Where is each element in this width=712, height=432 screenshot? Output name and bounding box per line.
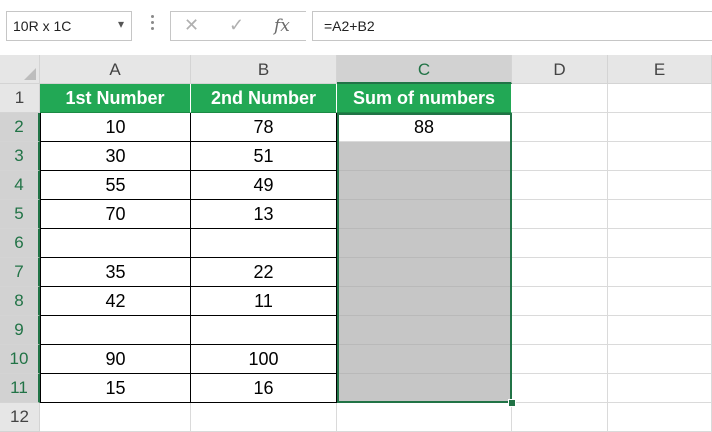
cell-d8[interactable] bbox=[512, 287, 608, 316]
cell-d12[interactable] bbox=[512, 403, 608, 432]
cell-b5[interactable]: 13 bbox=[191, 200, 337, 229]
cell-a8[interactable]: 42 bbox=[40, 287, 191, 316]
drag-handle-icon[interactable] bbox=[151, 15, 155, 33]
select-all-icon bbox=[24, 68, 36, 80]
cell-d6[interactable] bbox=[512, 229, 608, 258]
formula-input[interactable]: =A2+B2 bbox=[312, 11, 712, 41]
cancel-icon[interactable]: ✕ bbox=[184, 15, 199, 36]
cell-a2[interactable]: 10 bbox=[40, 113, 191, 142]
column-header-a[interactable]: A bbox=[40, 55, 191, 84]
cell-a10[interactable]: 90 bbox=[40, 345, 191, 374]
cell-e11[interactable] bbox=[608, 374, 712, 403]
cell-e2[interactable] bbox=[608, 113, 712, 142]
column-header-d[interactable]: D bbox=[512, 55, 608, 84]
formula-bar-area: 10R x 1C ▾ ✕ ✓ fx =A2+B2 bbox=[0, 0, 712, 55]
cell-b10[interactable]: 100 bbox=[191, 345, 337, 374]
cell-e6[interactable] bbox=[608, 229, 712, 258]
cell-e7[interactable] bbox=[608, 258, 712, 287]
cell-b4[interactable]: 49 bbox=[191, 171, 337, 200]
cell-c6[interactable] bbox=[337, 229, 512, 258]
cell-c7[interactable] bbox=[337, 258, 512, 287]
cell-e3[interactable] bbox=[608, 142, 712, 171]
cell-c1[interactable]: Sum of numbers bbox=[337, 84, 512, 113]
cell-a6[interactable] bbox=[40, 229, 191, 258]
cell-e4[interactable] bbox=[608, 171, 712, 200]
cell-a1[interactable]: 1st Number bbox=[40, 84, 191, 113]
cell-d9[interactable] bbox=[512, 316, 608, 345]
cell-a9[interactable] bbox=[40, 316, 191, 345]
cell-a3[interactable]: 30 bbox=[40, 142, 191, 171]
cell-d5[interactable] bbox=[512, 200, 608, 229]
cell-c4[interactable] bbox=[337, 171, 512, 200]
cell-c11[interactable] bbox=[337, 374, 512, 403]
cell-e5[interactable] bbox=[608, 200, 712, 229]
cell-b7[interactable]: 22 bbox=[191, 258, 337, 287]
cell-d10[interactable] bbox=[512, 345, 608, 374]
row-header-4[interactable]: 4 bbox=[0, 171, 40, 200]
row-header-5[interactable]: 5 bbox=[0, 200, 40, 229]
cell-a7[interactable]: 35 bbox=[40, 258, 191, 287]
cell-a4[interactable]: 55 bbox=[40, 171, 191, 200]
cell-a11[interactable]: 15 bbox=[40, 374, 191, 403]
cell-d2[interactable] bbox=[512, 113, 608, 142]
row-header-3[interactable]: 3 bbox=[0, 142, 40, 171]
row-header-8[interactable]: 8 bbox=[0, 287, 40, 316]
cell-c5[interactable] bbox=[337, 200, 512, 229]
cell-b2[interactable]: 78 bbox=[191, 113, 337, 142]
cell-b6[interactable] bbox=[191, 229, 337, 258]
chevron-down-icon[interactable]: ▾ bbox=[118, 17, 124, 31]
cell-b11[interactable]: 16 bbox=[191, 374, 337, 403]
enter-icon[interactable]: ✓ bbox=[229, 15, 244, 36]
row-header-1[interactable]: 1 bbox=[0, 84, 40, 113]
cell-b12[interactable] bbox=[191, 403, 337, 432]
cell-e10[interactable] bbox=[608, 345, 712, 374]
cell-c12[interactable] bbox=[337, 403, 512, 432]
row-header-9[interactable]: 9 bbox=[0, 316, 40, 345]
row-header-10[interactable]: 10 bbox=[0, 345, 40, 374]
formula-text: =A2+B2 bbox=[324, 18, 375, 34]
row-header-7[interactable]: 7 bbox=[0, 258, 40, 287]
cell-d1[interactable] bbox=[512, 84, 608, 113]
name-box[interactable]: 10R x 1C ▾ bbox=[6, 11, 132, 41]
fill-handle[interactable] bbox=[508, 399, 516, 407]
cell-d3[interactable] bbox=[512, 142, 608, 171]
cell-e12[interactable] bbox=[608, 403, 712, 432]
cell-e1[interactable] bbox=[608, 84, 712, 113]
cell-b8[interactable]: 11 bbox=[191, 287, 337, 316]
insert-function-icon[interactable]: fx bbox=[274, 16, 290, 36]
cell-c10[interactable] bbox=[337, 345, 512, 374]
cell-d7[interactable] bbox=[512, 258, 608, 287]
column-header-e[interactable]: E bbox=[608, 55, 712, 84]
cell-b1[interactable]: 2nd Number bbox=[191, 84, 337, 113]
cell-b3[interactable]: 51 bbox=[191, 142, 337, 171]
cell-b9[interactable] bbox=[191, 316, 337, 345]
cell-c9[interactable] bbox=[337, 316, 512, 345]
select-all-button[interactable] bbox=[0, 55, 40, 84]
formula-buttons: ✕ ✓ fx bbox=[170, 11, 306, 41]
cell-e8[interactable] bbox=[608, 287, 712, 316]
column-header-b[interactable]: B bbox=[191, 55, 337, 84]
row-header-12[interactable]: 12 bbox=[0, 403, 40, 432]
cell-a12[interactable] bbox=[40, 403, 191, 432]
cell-d4[interactable] bbox=[512, 171, 608, 200]
cell-c3[interactable] bbox=[337, 142, 512, 171]
cell-a5[interactable]: 70 bbox=[40, 200, 191, 229]
row-header-6[interactable]: 6 bbox=[0, 229, 40, 258]
row-header-11[interactable]: 11 bbox=[0, 374, 40, 403]
cell-d11[interactable] bbox=[512, 374, 608, 403]
cell-c8[interactable] bbox=[337, 287, 512, 316]
cell-c2[interactable]: 88 bbox=[337, 113, 512, 142]
name-box-value: 10R x 1C bbox=[13, 18, 72, 34]
row-header-2[interactable]: 2 bbox=[0, 113, 40, 142]
cell-e9[interactable] bbox=[608, 316, 712, 345]
column-header-c[interactable]: C bbox=[337, 55, 512, 84]
